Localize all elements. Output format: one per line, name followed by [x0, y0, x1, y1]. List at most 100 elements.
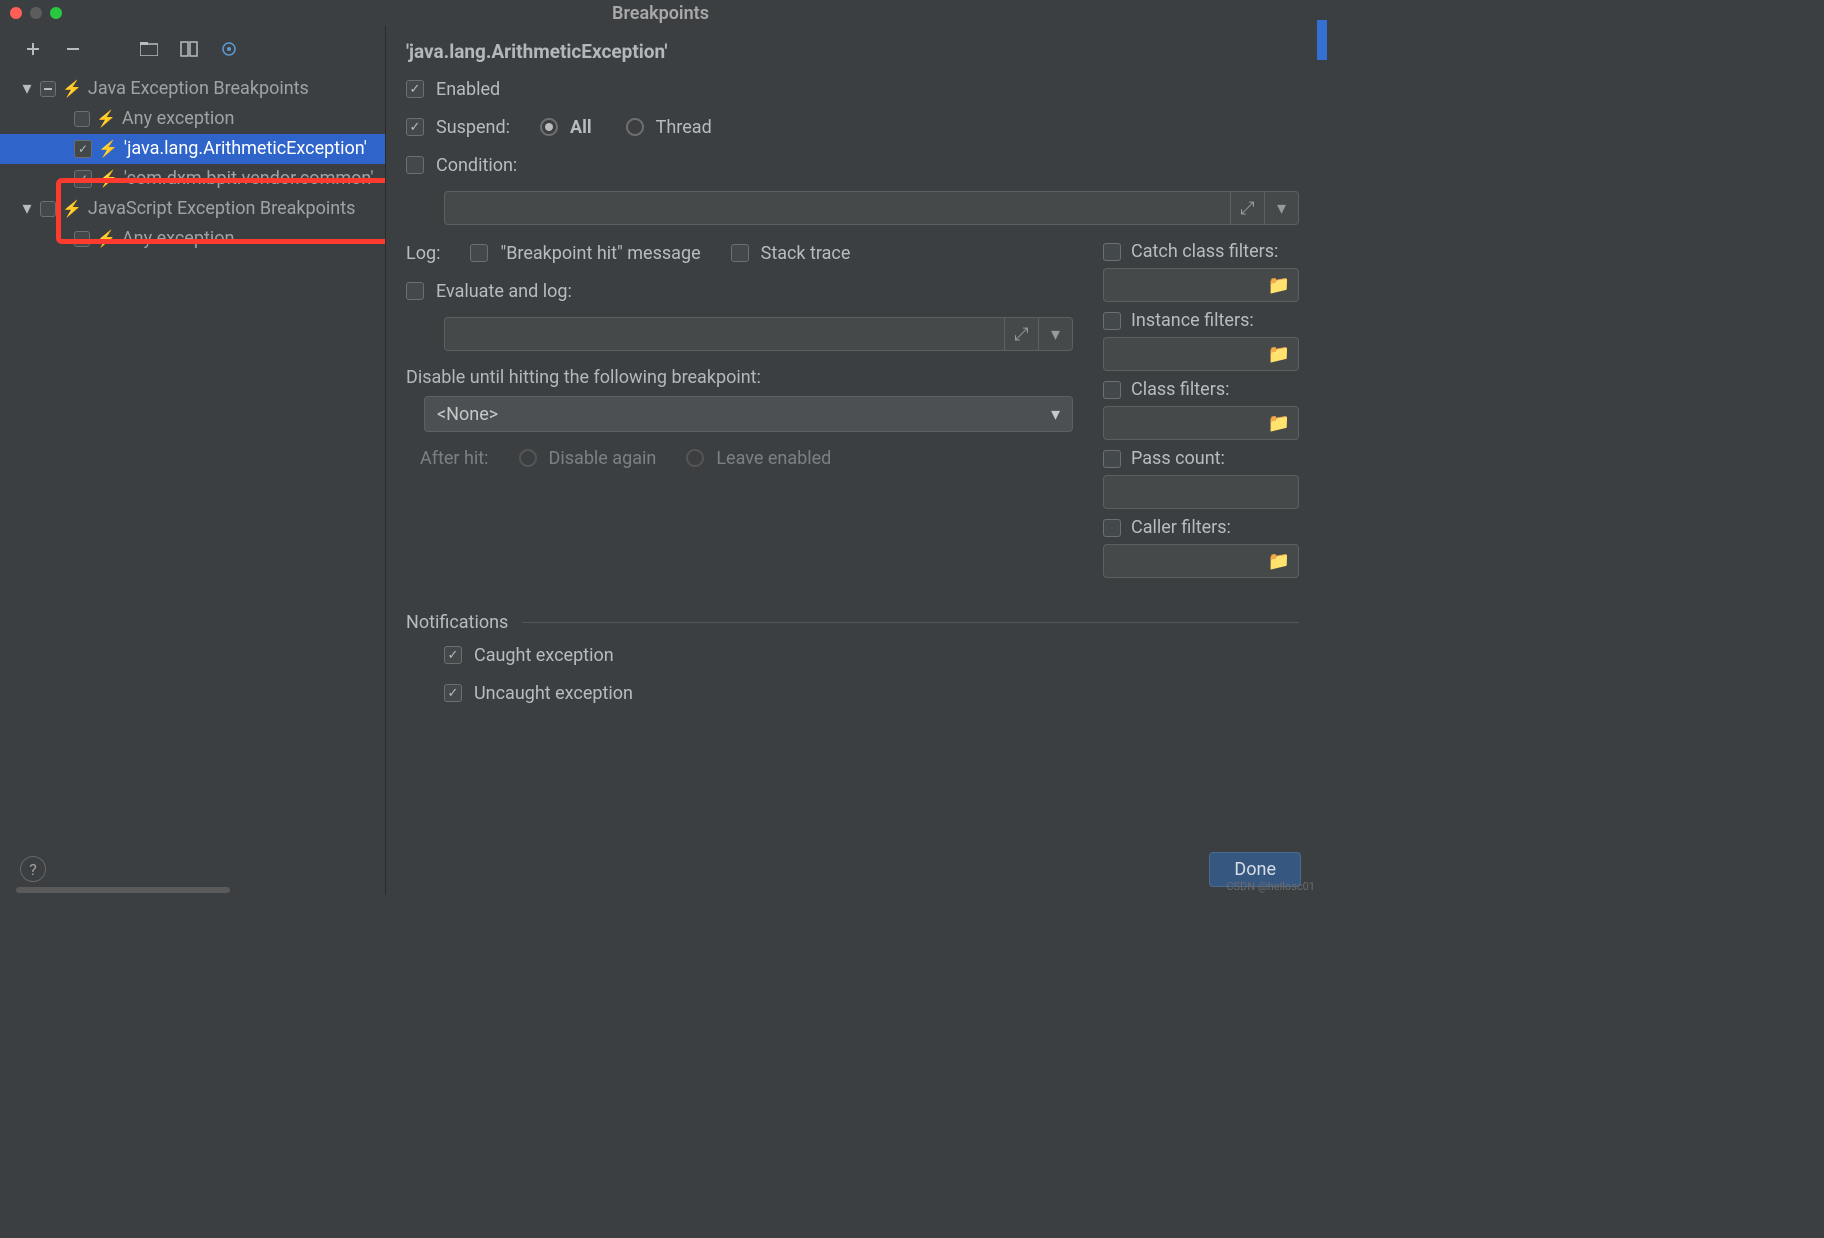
suspend-row: Suspend: All Thread [406, 115, 1299, 139]
detail-title: 'java.lang.ArithmeticException' [406, 40, 1299, 63]
history-dropdown-icon[interactable]: ▾ [1265, 191, 1299, 225]
close-icon[interactable] [10, 7, 22, 19]
expand-icon[interactable]: ⤢ [1231, 191, 1265, 225]
tree-item-label: Any exception [122, 104, 235, 134]
tree-item-arithmetic-exception[interactable]: ⚡ 'java.lang.ArithmeticException' [0, 134, 385, 164]
window-title: Breakpoints [612, 3, 709, 24]
tree-group-java[interactable]: ▾ ⚡ Java Exception Breakpoints [0, 74, 385, 104]
catch-filter-input[interactable]: 📁 [1103, 268, 1299, 302]
catch-filter-checkbox[interactable] [1103, 243, 1121, 261]
disable-until-value: <None> [437, 404, 498, 425]
notifications-header: Notifications [406, 612, 1299, 633]
caller-filter-checkbox[interactable] [1103, 519, 1121, 537]
checkbox-mixed[interactable] [40, 81, 56, 97]
folder-icon[interactable]: 📁 [1268, 413, 1290, 434]
left-column: Log: "Breakpoint hit" message Stack trac… [406, 241, 1073, 586]
notifications-label: Notifications [406, 612, 508, 633]
log-hit-label: "Breakpoint hit" message [500, 243, 700, 264]
checkbox[interactable] [40, 201, 56, 217]
condition-input-row: ⤢ ▾ [444, 191, 1299, 225]
suspend-all-label: All [570, 117, 592, 138]
class-filter-checkbox[interactable] [1103, 381, 1121, 399]
class-filter-row: Class filters: 📁 [1103, 379, 1299, 440]
suspend-label: Suspend: [436, 117, 510, 138]
eval-checkbox[interactable] [406, 282, 424, 300]
expand-icon[interactable]: ⤢ [1005, 317, 1039, 351]
after-hit-leave-label: Leave enabled [716, 448, 831, 469]
after-hit-row: After hit: Disable again Leave enabled [420, 446, 1073, 470]
group-by-file-icon[interactable] [178, 38, 200, 60]
bolt-icon: ⚡ [98, 134, 118, 164]
pass-count-row: Pass count: [1103, 448, 1299, 509]
caller-filter-label: Caller filters: [1131, 517, 1231, 538]
folder-icon[interactable]: 📁 [1268, 344, 1290, 365]
filters-column: Catch class filters: 📁 Instance filters:… [1103, 241, 1299, 586]
breakpoints-tree[interactable]: ▾ ⚡ Java Exception Breakpoints ⚡ Any exc… [0, 72, 385, 885]
pass-count-checkbox[interactable] [1103, 450, 1121, 468]
log-stack-label: Stack trace [761, 243, 851, 264]
log-hit-checkbox[interactable] [470, 244, 488, 262]
condition-label: Condition: [436, 155, 517, 176]
caller-filter-input[interactable]: 📁 [1103, 544, 1299, 578]
window-edge-accent [1317, 20, 1327, 60]
titlebar: Breakpoints [0, 0, 1321, 26]
uncaught-checkbox[interactable] [444, 684, 462, 702]
disable-until-label: Disable until hitting the following brea… [406, 367, 1073, 388]
condition-row: Condition: [406, 153, 1299, 177]
after-hit-disable-label: Disable again [549, 448, 657, 469]
condition-checkbox[interactable] [406, 156, 424, 174]
folder-icon[interactable]: 📁 [1268, 275, 1290, 296]
eval-label: Evaluate and log: [436, 281, 572, 302]
caught-row: Caught exception [444, 643, 1299, 667]
chevron-down-icon: ▾ [20, 194, 34, 224]
zoom-icon[interactable] [50, 7, 62, 19]
suspend-checkbox[interactable] [406, 118, 424, 136]
after-hit-disable-radio[interactable] [519, 449, 537, 467]
group-by-class-icon[interactable] [218, 38, 240, 60]
group-by-package-icon[interactable] [138, 38, 160, 60]
enabled-row: Enabled [406, 77, 1299, 101]
log-label: Log: [406, 243, 440, 264]
checkbox-checked[interactable] [74, 140, 92, 158]
history-dropdown-icon[interactable]: ▾ [1039, 317, 1073, 351]
tree-item-label: 'java.lang.ArithmeticException' [124, 134, 367, 164]
tree-item-any-exception-java[interactable]: ⚡ Any exception [0, 104, 385, 134]
suspend-all-radio[interactable] [540, 118, 558, 136]
log-row: Log: "Breakpoint hit" message Stack trac… [406, 241, 1073, 265]
after-hit-leave-radio[interactable] [686, 449, 704, 467]
enabled-label: Enabled [436, 79, 500, 100]
catch-filter-row: Catch class filters: 📁 [1103, 241, 1299, 302]
minimize-icon[interactable] [30, 7, 42, 19]
class-filter-input[interactable]: 📁 [1103, 406, 1299, 440]
dialog-footer: ? Done [0, 843, 1321, 895]
caught-checkbox[interactable] [444, 646, 462, 664]
caught-label: Caught exception [474, 645, 614, 666]
caller-filter-row: Caller filters: 📁 [1103, 517, 1299, 578]
class-filter-label: Class filters: [1131, 379, 1229, 400]
annotation-highlight [56, 178, 385, 244]
instance-filter-checkbox[interactable] [1103, 312, 1121, 330]
pass-count-input[interactable] [1103, 475, 1299, 509]
uncaught-label: Uncaught exception [474, 683, 633, 704]
help-button[interactable]: ? [20, 856, 46, 882]
suspend-thread-label: Thread [656, 117, 712, 138]
suspend-thread-radio[interactable] [626, 118, 644, 136]
chevron-down-icon: ▾ [1051, 404, 1060, 425]
condition-input[interactable] [444, 191, 1231, 225]
add-breakpoint-button[interactable] [22, 38, 44, 60]
enabled-checkbox[interactable] [406, 80, 424, 98]
breakpoints-dialog: Breakpoints ▾ ⚡ Java Exception Breakpoi [0, 0, 1321, 895]
checkbox[interactable] [74, 111, 90, 127]
eval-input[interactable] [444, 317, 1005, 351]
instance-filter-input[interactable]: 📁 [1103, 337, 1299, 371]
instance-filter-label: Instance filters: [1131, 310, 1254, 331]
log-stack-checkbox[interactable] [731, 244, 749, 262]
bolt-icon: ⚡ [96, 104, 116, 134]
disable-until-select[interactable]: <None> ▾ [424, 396, 1073, 432]
bolt-icon: ⚡ [62, 74, 82, 104]
watermark: CSDN @hellosc01 [1226, 880, 1315, 893]
window-controls [10, 7, 62, 19]
folder-icon[interactable]: 📁 [1268, 551, 1290, 572]
tree-group-label: Java Exception Breakpoints [88, 74, 309, 104]
remove-breakpoint-button[interactable] [62, 38, 84, 60]
